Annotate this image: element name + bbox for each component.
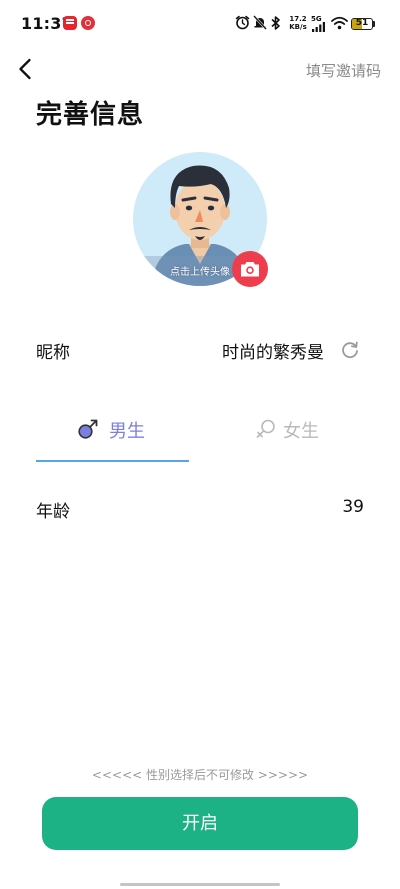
battery-level: 51 bbox=[355, 18, 369, 28]
camera-button[interactable] bbox=[232, 251, 268, 287]
gender-male-label: 男生 bbox=[109, 421, 145, 442]
music-app-icon bbox=[81, 16, 95, 30]
battery-tip bbox=[373, 21, 375, 27]
gender-option-male[interactable]: 男生 bbox=[36, 408, 189, 462]
app-notification-icon bbox=[63, 16, 77, 30]
battery-icon: 51 bbox=[351, 18, 373, 30]
gender-selected-underline bbox=[36, 460, 189, 462]
age-label: 年龄 bbox=[36, 502, 70, 522]
male-symbol-icon bbox=[78, 419, 98, 439]
wifi-icon bbox=[331, 16, 348, 30]
female-symbol-icon bbox=[256, 419, 275, 438]
camera-icon bbox=[241, 262, 259, 277]
nickname-label: 昵称 bbox=[36, 343, 70, 363]
net-speed: 17.2 KB/s bbox=[288, 15, 308, 31]
refresh-icon bbox=[342, 341, 358, 359]
home-indicator[interactable] bbox=[120, 883, 280, 886]
gender-female-label: 女生 bbox=[283, 421, 319, 442]
nickname-value[interactable]: 时尚的繁秀曼 bbox=[222, 338, 324, 363]
mute-icon bbox=[253, 15, 267, 30]
signal-icon bbox=[312, 22, 325, 32]
page-title: 完善信息 bbox=[36, 100, 145, 130]
refresh-nickname-button[interactable] bbox=[339, 339, 361, 361]
net-speed-unit: KB/s bbox=[289, 23, 307, 31]
bluetooth-icon bbox=[271, 16, 280, 30]
invite-code-link[interactable]: 填写邀请码 bbox=[306, 60, 381, 81]
net-speed-value: 17.2 bbox=[289, 15, 307, 23]
status-bar: 11:37 17.2 KB/s 5G 51 bbox=[0, 0, 400, 48]
chevron-left-icon bbox=[19, 58, 31, 80]
age-value[interactable]: 39 bbox=[342, 497, 364, 517]
alarm-icon bbox=[235, 15, 250, 30]
gender-option-female[interactable]: 女生 bbox=[212, 408, 365, 462]
start-button[interactable]: 开启 bbox=[42, 797, 358, 850]
gender-lock-note: <<<<< 性别选择后不可修改 >>>>> bbox=[91, 768, 309, 782]
back-button[interactable] bbox=[12, 55, 40, 83]
